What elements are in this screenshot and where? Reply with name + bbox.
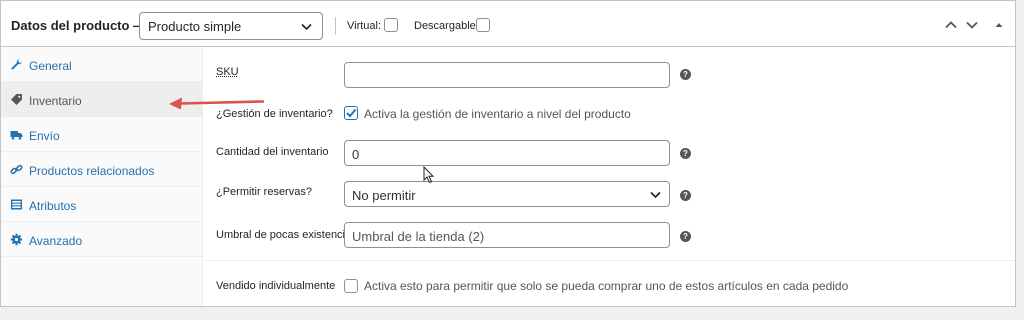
product-data-panel: Datos del producto — Producto simple Vir… <box>0 0 1016 307</box>
move-down-icon[interactable] <box>964 17 980 33</box>
stock-quantity-input[interactable]: 0 <box>344 140 670 166</box>
virtual-checkbox[interactable] <box>384 18 398 32</box>
chevron-down-icon <box>301 23 312 31</box>
sku-input[interactable] <box>344 62 670 88</box>
tab-label: Atributos <box>29 199 77 213</box>
collapse-toggle-icon[interactable] <box>991 17 1007 33</box>
sold-individually-label: Vendido individualmente <box>216 280 336 292</box>
low-stock-input[interactable]: Umbral de la tienda (2) <box>344 222 670 248</box>
tab-shipping[interactable]: Envío <box>1 117 202 152</box>
manage-stock-description: Activa la gestión de inventario a nivel … <box>364 107 631 121</box>
chevron-down-icon <box>650 191 661 199</box>
sold-individually-description: Activa esto para permitir que solo se pu… <box>364 279 849 293</box>
tab-general[interactable]: General <box>1 47 202 82</box>
gear-icon <box>10 233 23 246</box>
sold-individually-checkbox[interactable] <box>344 279 358 293</box>
stock-quantity-label: Cantidad del inventario <box>216 146 329 158</box>
manage-stock-checkbox[interactable] <box>344 106 358 120</box>
checkmark-icon <box>346 108 357 118</box>
sku-label: SKU <box>216 66 239 78</box>
table-icon <box>11 199 22 210</box>
backorders-label: ¿Permitir reservas? <box>216 186 312 198</box>
help-icon[interactable]: ? <box>680 69 691 80</box>
annotation-arrow-icon <box>169 97 264 110</box>
link-icon <box>10 164 23 175</box>
tag-icon <box>11 94 22 105</box>
low-stock-label: Umbral de pocas existencias <box>216 229 357 241</box>
tab-label: General <box>29 59 72 73</box>
help-icon[interactable]: ? <box>680 190 691 201</box>
tab-label: Avanzado <box>29 234 83 248</box>
tab-advanced[interactable]: Avanzado <box>1 222 202 257</box>
inventory-form: SKU ? ¿Gestión de inventario? Activa la … <box>204 47 1015 306</box>
panel-title: Datos del producto — <box>11 18 147 33</box>
tab-label: Inventario <box>29 94 82 108</box>
truck-icon <box>10 131 23 140</box>
tab-linked-products[interactable]: Productos relacionados <box>1 152 202 187</box>
help-icon[interactable]: ? <box>680 148 691 159</box>
backorders-value: No permitir <box>352 188 416 203</box>
tab-attributes[interactable]: Atributos <box>1 187 202 222</box>
move-up-icon[interactable] <box>943 17 959 33</box>
tab-label: Envío <box>29 129 60 143</box>
backorders-select[interactable]: No permitir <box>344 181 670 207</box>
product-data-header: Datos del producto — Producto simple Vir… <box>1 1 1015 47</box>
help-icon[interactable]: ? <box>680 231 691 242</box>
section-divider <box>204 260 1015 261</box>
header-separator <box>335 17 336 35</box>
product-type-value: Producto simple <box>148 19 242 34</box>
downloadable-label: Descargable: <box>414 20 479 32</box>
product-type-select[interactable]: Producto simple <box>139 12 323 40</box>
product-data-tabs: General Inventario Envío Productos relac… <box>1 47 203 306</box>
virtual-label: Virtual: <box>347 20 382 32</box>
tab-label: Productos relacionados <box>29 164 155 178</box>
mouse-cursor-icon <box>423 166 435 184</box>
downloadable-checkbox[interactable] <box>476 18 490 32</box>
wrench-icon <box>11 59 22 70</box>
